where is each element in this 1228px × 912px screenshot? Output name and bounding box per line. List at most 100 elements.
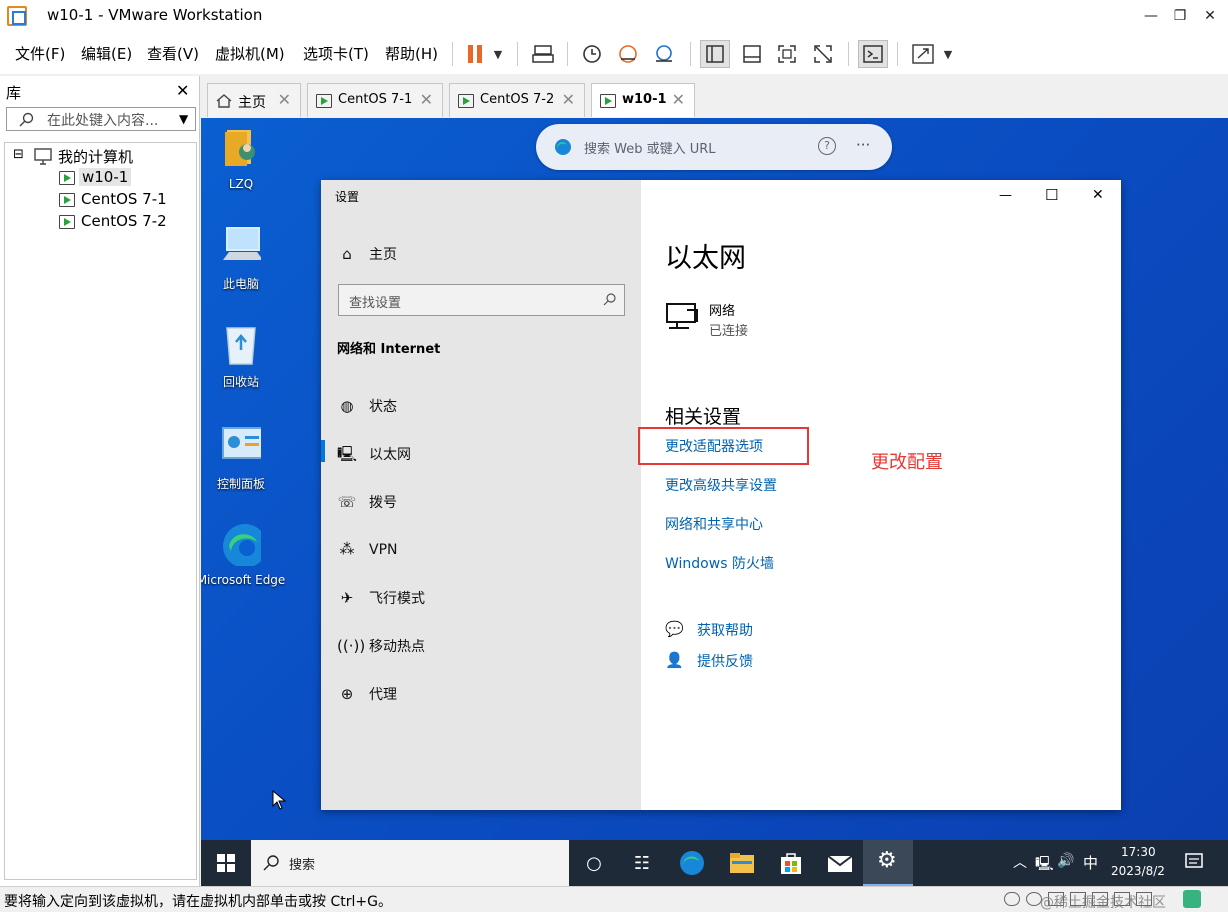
ime-indicator[interactable]: 中 xyxy=(1083,852,1098,873)
desktop-icon-edge[interactable]: Microsoft Edge xyxy=(201,522,285,587)
tab-home[interactable]: 主页 ✕ xyxy=(207,83,301,117)
network-name[interactable]: 网络 xyxy=(709,300,735,319)
more-icon[interactable]: ··· xyxy=(856,136,870,154)
link-network-sharing-center[interactable]: 网络和共享中心 xyxy=(665,514,763,534)
tree-vm-centos-7-2[interactable]: CentOS 7-2 xyxy=(81,212,167,230)
nav-ethernet[interactable]: 🖳 以太网 xyxy=(337,444,411,469)
tray-date[interactable]: 2023/8/2 xyxy=(1111,864,1165,878)
page-title: 以太网 xyxy=(665,243,746,274)
snapshot-manager-icon[interactable] xyxy=(649,40,679,68)
tab-label: CentOS 7-1 xyxy=(338,92,413,107)
tree-vm-centos-7-1[interactable]: CentOS 7-1 xyxy=(81,190,167,208)
tab-close-icon[interactable]: ✕ xyxy=(562,90,575,109)
hotspot-icon: ((·)) xyxy=(337,637,366,655)
store-icon[interactable] xyxy=(779,850,803,876)
edge-search-placeholder: 搜索 Web 或键入 URL xyxy=(584,142,716,157)
desktop-icon-this-pc[interactable]: 此电脑 xyxy=(201,224,281,292)
stretch-guest-icon[interactable] xyxy=(908,40,938,68)
taskbar-search-box[interactable]: 搜索 xyxy=(251,840,569,886)
nav-airplane-mode[interactable]: ✈ 飞行模式 xyxy=(337,588,425,608)
desktop-icon-user[interactable]: LZQ xyxy=(201,126,281,191)
tab-close-icon[interactable]: ✕ xyxy=(672,90,685,109)
desktop-icon-label: LZQ xyxy=(228,177,254,191)
nav-dialup[interactable]: ☏ 拨号 xyxy=(337,492,397,512)
tab-centos-7-1[interactable]: CentOS 7-1 ✕ xyxy=(307,83,443,117)
desktop-icon-label: 此电脑 xyxy=(222,277,259,291)
help-icon[interactable]: ? xyxy=(818,137,836,155)
chevron-down-icon[interactable]: ▼ xyxy=(937,40,959,68)
nav-mobile-hotspot[interactable]: ((·)) 移动热点 xyxy=(337,636,425,656)
notification-center-icon[interactable] xyxy=(1184,852,1204,872)
send-keys-icon[interactable] xyxy=(528,40,558,68)
tray-time[interactable]: 17:30 xyxy=(1121,845,1156,859)
task-view-circle-icon[interactable]: ○ xyxy=(580,849,608,877)
menu-vm[interactable]: 虚拟机(M) xyxy=(215,43,285,64)
minimize-button[interactable]: — xyxy=(1136,4,1166,28)
globe-icon: ◍ xyxy=(340,397,354,415)
mail-icon[interactable] xyxy=(827,853,853,873)
toolbar-divider xyxy=(848,42,849,66)
library-close-icon[interactable]: ✕ xyxy=(176,81,189,100)
revert-snapshot-icon[interactable] xyxy=(613,40,643,68)
link-get-help[interactable]: 获取帮助 xyxy=(697,620,753,640)
chevron-down-icon[interactable]: ▼ xyxy=(179,112,188,126)
task-view-icon[interactable]: ☷ xyxy=(628,849,656,877)
home-icon: ⌂ xyxy=(342,245,352,263)
thumbnail-bar-icon[interactable] xyxy=(737,40,767,68)
desktop-icon-recycle-bin[interactable]: 回收站 xyxy=(201,322,281,390)
tray-volume-icon[interactable]: 🔊 xyxy=(1057,853,1074,869)
link-windows-firewall[interactable]: Windows 防火墙 xyxy=(665,553,774,573)
home-icon xyxy=(216,94,232,108)
chevron-down-icon[interactable]: ▼ xyxy=(487,40,509,68)
taskbar-search-placeholder: 搜索 xyxy=(289,858,316,873)
snapshot-icon[interactable] xyxy=(577,40,607,68)
library-search-input[interactable]: 在此处键入内容... ▼ xyxy=(6,107,196,131)
pause-icon[interactable] xyxy=(460,40,490,68)
link-give-feedback[interactable]: 提供反馈 xyxy=(697,651,753,671)
vm-icon xyxy=(59,215,75,229)
menu-edit[interactable]: 编辑(E) xyxy=(81,43,132,64)
menu-file[interactable]: 文件(F) xyxy=(15,43,65,64)
tray-network-icon[interactable]: 🖳 xyxy=(1035,853,1054,877)
settings-taskbar-button[interactable]: ⚙ xyxy=(863,840,913,886)
unity-icon[interactable] xyxy=(808,40,838,68)
nav-proxy[interactable]: ⊕ 代理 xyxy=(337,684,397,704)
tab-w10-1[interactable]: w10-1 ✕ xyxy=(591,83,695,117)
hard-disk-icon[interactable] xyxy=(1004,892,1020,906)
menu-view[interactable]: 查看(V) xyxy=(147,43,199,64)
console-view-icon[interactable] xyxy=(858,40,888,68)
fullscreen-icon[interactable] xyxy=(772,40,802,68)
windows-start-icon[interactable] xyxy=(217,854,235,872)
feedback-icon: 👤 xyxy=(665,651,684,669)
menu-help[interactable]: 帮助(H) xyxy=(385,43,438,64)
search-icon xyxy=(263,855,279,871)
file-explorer-icon[interactable] xyxy=(729,851,755,875)
tree-expander-icon[interactable]: ⊟ xyxy=(13,147,24,162)
library-panel: 库 ✕ 在此处键入内容... ▼ ⊟ 我的计算机 w10-1 CentOS 7-… xyxy=(0,76,200,886)
settings-search-input[interactable]: 查找设置 xyxy=(338,284,625,316)
nav-status[interactable]: ◍ 状态 xyxy=(337,396,397,416)
edge-search-bar[interactable]: 搜索 Web 或键入 URL ? ··· xyxy=(536,124,892,170)
show-library-icon[interactable] xyxy=(700,40,730,68)
desktop-icon-control-panel[interactable]: 控制面板 xyxy=(201,424,281,492)
restore-button[interactable]: ❐ xyxy=(1165,4,1195,28)
settings-maximize-button[interactable]: ☐ xyxy=(1045,186,1058,204)
user-folder-icon xyxy=(225,130,255,166)
close-button[interactable]: ✕ xyxy=(1195,4,1225,28)
tree-vm-w10-1[interactable]: w10-1 xyxy=(79,168,132,186)
nav-home[interactable]: ⌂ 主页 xyxy=(337,244,397,264)
tree-root-my-computer[interactable]: 我的计算机 xyxy=(58,146,133,167)
nav-vpn[interactable]: ⁂ VPN xyxy=(337,540,398,558)
edge-taskbar-icon[interactable] xyxy=(679,850,705,876)
toolbar-divider xyxy=(452,42,453,66)
tab-close-icon[interactable]: ✕ xyxy=(420,90,433,109)
settings-minimize-button[interactable]: — xyxy=(999,188,1012,203)
message-log-icon[interactable] xyxy=(1183,890,1201,908)
settings-close-button[interactable]: ✕ xyxy=(1092,187,1104,203)
menu-tabs[interactable]: 选项卡(T) xyxy=(303,43,369,64)
tray-chevron-up-icon[interactable]: ︿ xyxy=(1013,852,1027,872)
tab-close-icon[interactable]: ✕ xyxy=(278,90,291,109)
tab-centos-7-2[interactable]: CentOS 7-2 ✕ xyxy=(449,83,585,117)
guest-desktop[interactable]: LZQ 此电脑 回收站 控制面板 Microsoft Edge 搜索 Web 或… xyxy=(201,118,1228,886)
link-advanced-sharing[interactable]: 更改高级共享设置 xyxy=(665,475,777,495)
